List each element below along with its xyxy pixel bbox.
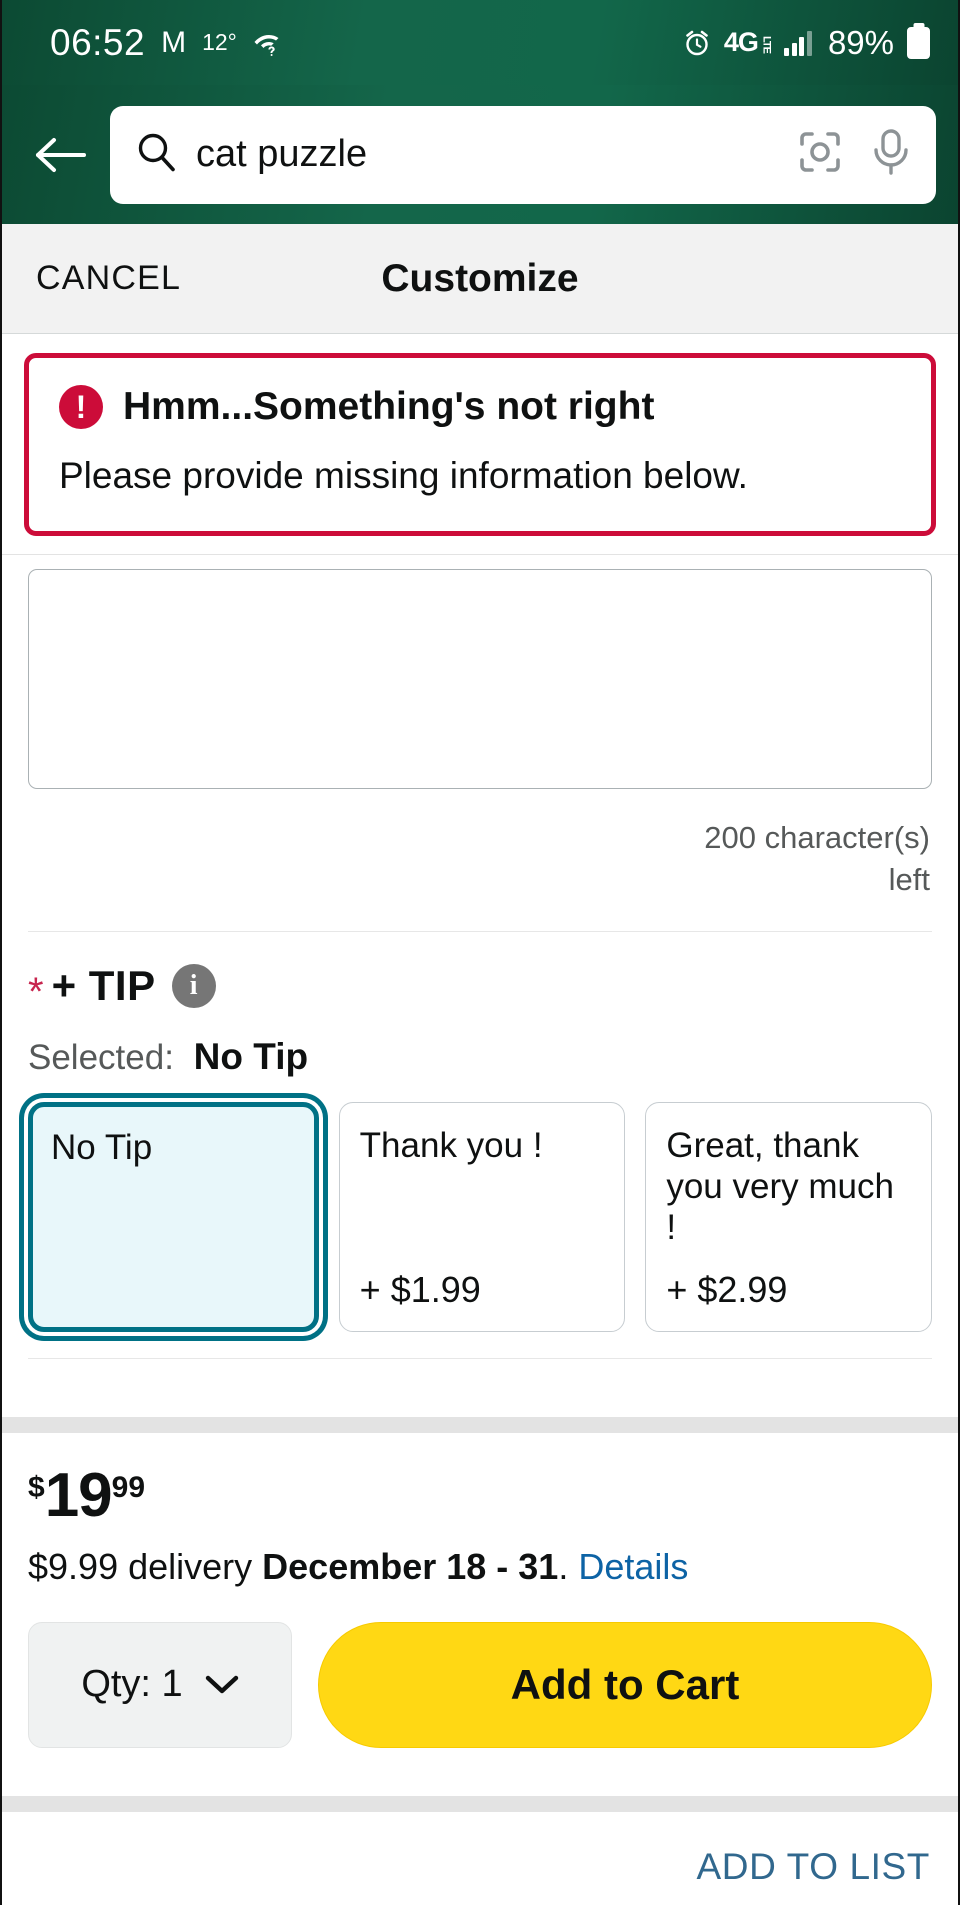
status-bar: 06:52 M 12° 4G LTE 89% [2,0,958,85]
tip-option-label: Thank you ! [359,1125,543,1165]
error-alert: ! Hmm...Something's not right Please pro… [24,353,936,536]
network-type-indicator: 4G LTE [723,27,773,57]
battery-percent-label: 89% [827,23,894,61]
delivery-cost: $9.99 delivery [28,1545,253,1587]
tip-section: * + TIP i Selected: No Tip No Tip Thank … [2,932,958,1332]
tip-option-label: Great, thank you very much ! [666,1125,894,1248]
section-divider-bottom [28,1357,932,1359]
tip-option-price: + $2.99 [666,1268,788,1310]
buy-actions-row: Qty: 1 Add to Cart [28,1621,932,1748]
add-to-list-button[interactable]: ADD TO LIST [697,1846,930,1888]
wifi-questionmark-icon [253,30,285,56]
price-display: $ 19 99 [28,1460,932,1530]
tip-option-great-thank-you[interactable]: Great, thank you very much ! + $2.99 [645,1101,933,1332]
custom-text-input[interactable] [28,569,932,789]
tip-selected-value: No Tip [193,1035,309,1077]
alert-error-icon: ! [59,385,103,429]
tip-selected-row: Selected: No Tip [28,1036,932,1078]
quantity-label: Qty: 1 [81,1663,183,1706]
buy-box: $ 19 99 $9.99 delivery December 18 - 31.… [2,1432,958,1748]
info-icon[interactable]: i [171,963,216,1008]
status-bar-left: 06:52 M 12° [50,22,285,64]
battery-icon [907,26,930,59]
delivery-period: . [558,1545,569,1587]
footer-row: ADD TO LIST [2,1811,958,1922]
characters-left-line1: 200 character(s) [704,820,930,855]
price-fraction: 99 [111,1470,146,1504]
microphone-icon[interactable] [868,127,914,182]
alert-heading-row: ! Hmm...Something's not right [59,385,901,429]
custom-text-section: 200 character(s) left [2,555,958,901]
network-label: 4G [723,27,759,57]
network-suffix-label: LTE [760,36,773,53]
add-to-cart-button[interactable]: Add to Cart [318,1621,932,1748]
delivery-details-link[interactable]: Details [578,1546,688,1587]
alert-message: Please provide missing information below… [59,455,748,496]
tip-heading-row: * + TIP i [28,961,932,1014]
section-separator-band [2,1416,958,1433]
status-bar-right: 4G LTE 89% [683,24,930,62]
characters-left-line2: left [888,861,930,897]
temperature-label: 12° [202,29,237,55]
search-input[interactable]: cat puzzle [110,105,936,204]
required-marker: * [28,969,44,1014]
tip-option-price: + $1.99 [359,1268,481,1310]
gmail-icon: M [161,25,187,59]
search-query-text: cat puzzle [196,133,368,175]
camera-lens-icon[interactable] [796,128,844,181]
price-currency: $ [28,1470,45,1504]
alert-title: Hmm...Something's not right [123,385,655,428]
tip-options-group: No Tip Thank you ! + $1.99 Great, thank … [28,1101,933,1332]
customize-header: CANCEL Customize [2,224,958,334]
tip-option-no-tip[interactable]: No Tip [28,1101,319,1332]
status-clock: 06:52 [50,21,146,63]
delivery-date: December 18 - 31 [262,1545,559,1587]
tip-option-thank-you[interactable]: Thank you ! + $1.99 [338,1101,626,1332]
tip-label: + TIP [51,961,156,1009]
back-arrow-icon[interactable] [28,123,92,187]
footer-separator-band [2,1795,958,1812]
delivery-info: $9.99 delivery December 18 - 31. Details [28,1546,932,1588]
search-bar: cat puzzle [2,85,958,224]
alert-container: ! Hmm...Something's not right Please pro… [2,334,958,555]
cancel-button[interactable]: CANCEL [36,259,181,298]
search-icon [134,130,178,179]
signal-bars-icon [784,30,812,56]
chevron-down-icon [205,1663,239,1706]
quantity-select[interactable]: Qty: 1 [28,1621,292,1748]
tip-option-label: No Tip [51,1127,153,1167]
price-whole: 19 [44,1460,113,1530]
tip-selected-prefix: Selected: [28,1037,174,1077]
alarm-clock-icon [683,29,711,57]
characters-left-label: 200 character(s) left [28,817,932,901]
